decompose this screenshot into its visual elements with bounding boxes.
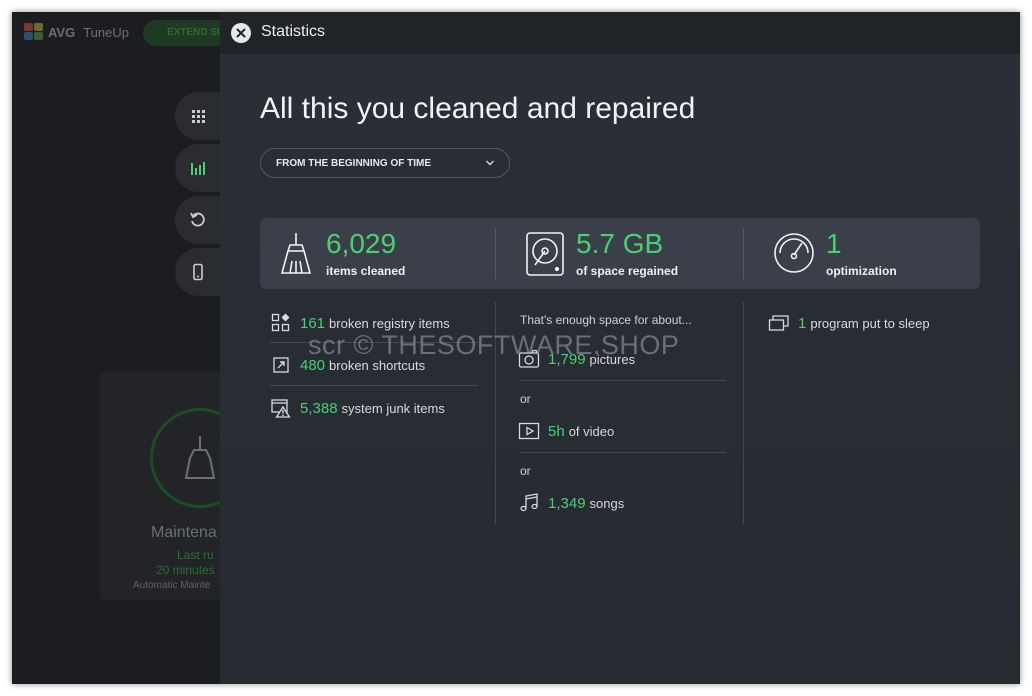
nav-apps-button[interactable] [175, 92, 221, 140]
optimization-value: 1 [826, 228, 842, 259]
video-row: 5h of video [518, 420, 614, 442]
songs-label: songs [589, 495, 625, 511]
row-separator [270, 342, 478, 343]
broken-shortcuts-label: broken shortcuts [329, 357, 426, 373]
panel-header: Statistics [220, 12, 1020, 54]
app-header: AVG TuneUp EXTEND SU [12, 12, 243, 52]
video-label: of video [568, 423, 615, 439]
registry-items-row: 161 broken registry items [270, 312, 450, 334]
space-intro: That's enough space for about... [520, 313, 692, 327]
optimization-label: optimization [826, 264, 897, 278]
app-product: TuneUp [83, 24, 129, 40]
registry-items-label: broken registry items [329, 315, 450, 331]
system-junk-label: system junk items [341, 400, 445, 416]
summary-optimization: 1 optimization [744, 218, 980, 289]
broken-shortcuts-row: 480 broken shortcuts [270, 354, 425, 376]
page-headline: All this you cleaned and repaired [260, 92, 696, 125]
avg-logo-icon [24, 23, 44, 41]
junk-warning-icon [270, 397, 292, 419]
shortcut-icon [270, 354, 292, 376]
app-brand: AVG [48, 24, 76, 40]
broken-shortcuts-value: 480 [300, 356, 326, 374]
maintenance-card: Maintena Last ru 20 minutes Automatic Ma… [100, 372, 250, 600]
songs-value: 1,349 [548, 494, 586, 512]
row-separator [270, 385, 478, 386]
app-window: AVG TuneUp EXTEND SU Maintena Last ru 20… [12, 12, 1020, 684]
nav-mobile-button[interactable] [175, 248, 221, 296]
chevron-down-icon [486, 160, 494, 166]
songs-row: 1,349 songs [518, 492, 624, 514]
items-cleaned-value: 6,029 [326, 228, 397, 259]
items-cleaned-label: items cleaned [326, 264, 406, 278]
close-button[interactable] [231, 23, 251, 43]
close-icon [236, 28, 246, 38]
system-junk-value: 5,388 [300, 399, 338, 417]
bar-chart-icon [191, 162, 205, 175]
undo-icon [190, 212, 205, 227]
music-note-icon [518, 492, 540, 514]
pictures-label: pictures [589, 351, 636, 367]
video-value: 5h [548, 422, 565, 440]
statistics-panel: Statistics All this you cleaned and repa… [220, 12, 1020, 684]
camera-icon [518, 348, 540, 370]
phone-icon [193, 263, 203, 281]
nav-rescue-center-button[interactable] [175, 196, 221, 244]
program-sleep-row: 1 program put to sleep [768, 312, 930, 334]
nav-statistics-button[interactable] [175, 144, 221, 192]
maintenance-auto: Automatic Mainte [133, 580, 211, 591]
maintenance-last-run: Last ru [177, 548, 214, 562]
program-sleep-label: program put to sleep [810, 315, 930, 331]
speedometer-icon [774, 233, 814, 273]
space-regained-value: 5.7 GB [576, 228, 664, 259]
system-junk-row: 5,388 system junk items [270, 397, 445, 419]
period-dropdown-value: FROM THE BEGINNING OF TIME [276, 158, 431, 169]
or-label: or [520, 464, 531, 478]
registry-icon [270, 312, 292, 334]
maintenance-time: 20 minutes [156, 563, 215, 577]
pictures-row: 1,799 pictures [518, 348, 635, 370]
pictures-value: 1,799 [548, 350, 586, 368]
space-regained-label: of space regained [576, 264, 679, 278]
broom-icon [280, 233, 312, 274]
maintenance-title: Maintena [151, 524, 217, 541]
column-divider [495, 302, 496, 524]
video-icon [518, 420, 540, 442]
summary-strip: 6,029 items cleaned 5.7 GB of space rega… [260, 218, 980, 289]
background-app: AVG TuneUp EXTEND SU Maintena Last ru 20… [12, 12, 250, 684]
row-separator [520, 452, 726, 453]
program-sleep-value: 1 [798, 314, 807, 332]
column-divider [743, 302, 744, 524]
app-logo: AVG TuneUp [24, 23, 129, 41]
grid-icon [192, 110, 205, 123]
sleep-windows-icon [768, 312, 790, 334]
summary-items-cleaned: 6,029 items cleaned [260, 218, 496, 289]
summary-space-regained: 5.7 GB of space regained [496, 218, 744, 289]
hard-drive-icon [526, 232, 564, 276]
row-separator [520, 380, 726, 381]
panel-title: Statistics [261, 23, 326, 40]
period-dropdown[interactable]: FROM THE BEGINNING OF TIME [260, 148, 510, 178]
registry-items-value: 161 [300, 314, 326, 332]
or-label: or [520, 392, 531, 406]
broom-icon [184, 436, 216, 479]
